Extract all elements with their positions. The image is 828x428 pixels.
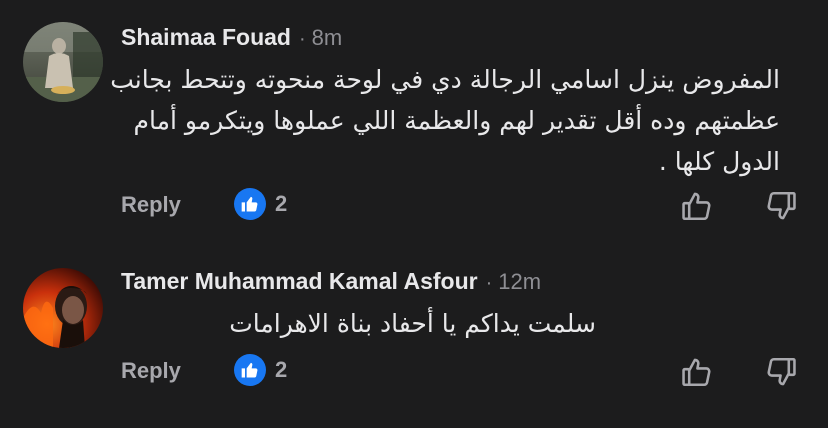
- avatar[interactable]: [23, 22, 103, 102]
- comment: Shaimaa Fouad · 8m المفروض ينزل اسامي ال…: [0, 0, 828, 240]
- comment-actions: Reply 2: [121, 352, 801, 392]
- thumbs-down-icon[interactable]: [761, 186, 801, 226]
- reaction-count: 2: [275, 191, 288, 216]
- separator-dot: ·: [485, 272, 493, 294]
- like-icon: [234, 354, 266, 386]
- like-icon: [234, 188, 266, 220]
- separator-dot: ·: [298, 28, 306, 50]
- reaction-count: 2: [275, 357, 288, 382]
- comment-text: المفروض ينزل اسامي الرجالة دي في لوحة من…: [110, 65, 780, 176]
- thumbs-up-icon[interactable]: [677, 186, 717, 226]
- timestamp[interactable]: 8m: [312, 25, 343, 51]
- comments-screen: Shaimaa Fouad · 8m المفروض ينزل اسامي ال…: [0, 0, 828, 428]
- reply-button[interactable]: Reply: [121, 358, 181, 384]
- thumbs-up-icon[interactable]: [677, 352, 717, 392]
- author-name[interactable]: Tamer Muhammad Kamal Asfour: [121, 268, 478, 295]
- comment: Tamer Muhammad Kamal Asfour · 12m سلمت ي…: [0, 248, 828, 428]
- timestamp[interactable]: 12m: [498, 269, 541, 295]
- comment-header: Tamer Muhammad Kamal Asfour · 12m: [121, 268, 541, 295]
- comment-actions: Reply 2: [121, 186, 801, 226]
- avatar-photo: [23, 22, 103, 102]
- comment-header: Shaimaa Fouad · 8m: [121, 24, 342, 51]
- reaction-summary[interactable]: 2: [234, 354, 287, 386]
- author-name[interactable]: Shaimaa Fouad: [121, 24, 291, 51]
- comment-text: سلمت يداكم يا أحفاد بناة الاهرامات: [229, 309, 596, 338]
- reaction-summary[interactable]: 2: [234, 188, 287, 220]
- thumbs-down-icon[interactable]: [761, 352, 801, 392]
- reply-button[interactable]: Reply: [121, 192, 181, 218]
